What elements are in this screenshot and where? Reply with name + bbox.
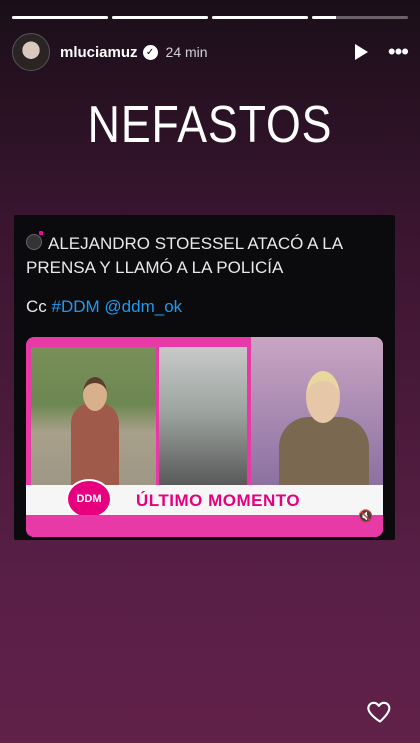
bottom-strip bbox=[26, 515, 383, 537]
verified-badge-icon: ✓ bbox=[142, 44, 158, 60]
story-title: NEFASTOS bbox=[87, 96, 333, 154]
reporter-feed bbox=[31, 347, 156, 489]
progress-segment bbox=[212, 16, 308, 19]
post-time: 24 min bbox=[165, 44, 208, 60]
tweet-screenshot: ALEJANDRO STOESSEL ATACÓ A LA PRENSA Y L… bbox=[14, 215, 395, 540]
mute-icon[interactable]: 🔇 bbox=[358, 509, 373, 523]
play-icon[interactable] bbox=[354, 44, 368, 60]
hashtag-link[interactable]: #DDM bbox=[52, 297, 100, 316]
video-thumbnail[interactable]: ÚLTIMO MOMENTO DDM 🔇 bbox=[26, 337, 383, 537]
mention-link[interactable]: @ddm_ok bbox=[104, 297, 182, 316]
tweet-cc-line: Cc #DDM @ddm_ok bbox=[26, 297, 182, 317]
house-feed bbox=[159, 347, 247, 489]
story-header: mluciamuz ✓ 24 min ••• bbox=[12, 33, 409, 71]
progress-segment bbox=[312, 16, 408, 19]
avatar[interactable] bbox=[12, 33, 50, 71]
more-icon[interactable]: ••• bbox=[388, 41, 409, 63]
progress-segment bbox=[112, 16, 208, 19]
tweet-text: ALEJANDRO STOESSEL ATACÓ A LA PRENSA Y L… bbox=[26, 231, 343, 277]
heart-icon[interactable] bbox=[366, 697, 394, 725]
username[interactable]: mluciamuz bbox=[60, 44, 138, 61]
studio-feed bbox=[251, 337, 383, 489]
cc-label: Cc bbox=[26, 297, 47, 316]
bomb-icon bbox=[26, 231, 43, 250]
progress-segment bbox=[12, 16, 108, 19]
story-progress-bar bbox=[12, 16, 408, 19]
ddm-logo: DDM bbox=[66, 479, 112, 519]
lower-third-text: ÚLTIMO MOMENTO bbox=[136, 491, 301, 510]
